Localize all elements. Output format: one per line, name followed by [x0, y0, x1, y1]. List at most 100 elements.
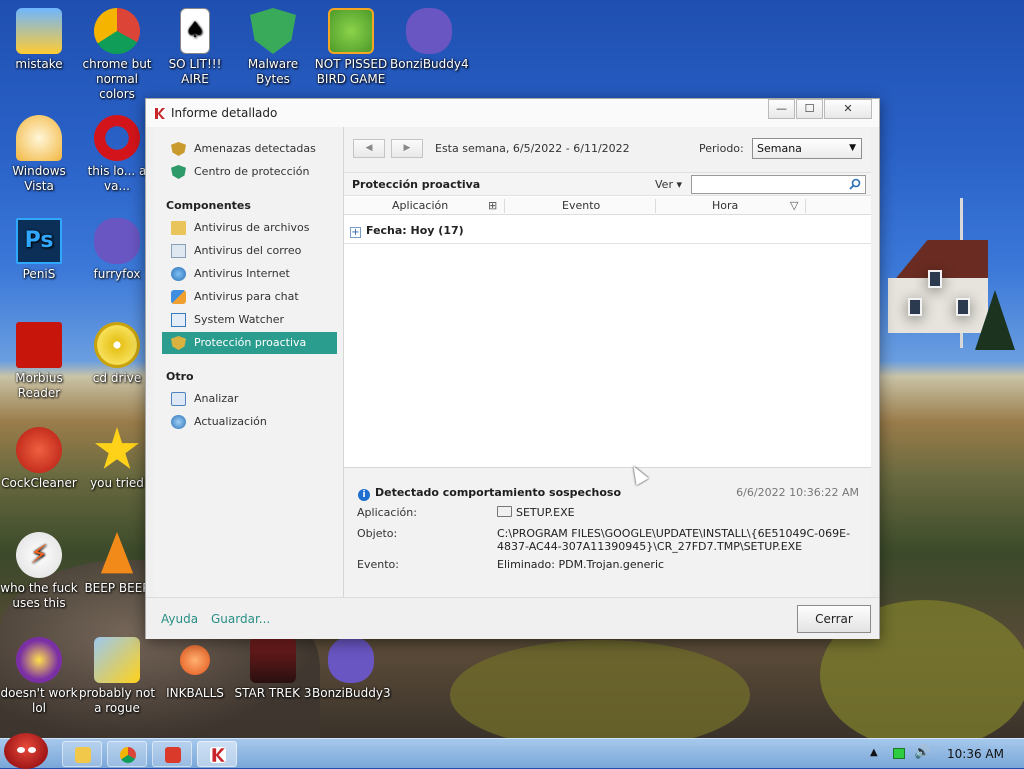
report-main-panel: ◀ ▶ Esta semana, 6/5/2022 - 6/11/2022 Pe… — [344, 127, 871, 597]
sidebar-item-update[interactable]: Actualización — [162, 411, 337, 433]
shield-green-icon — [171, 165, 186, 179]
desktop-icon[interactable]: doesn't work lol — [0, 637, 78, 716]
taskbar-explorer[interactable] — [62, 741, 102, 767]
details-timestamp: 6/6/2022 10:36:22 AM — [736, 486, 859, 499]
sidebar-item-protection-center[interactable]: Centro de protección — [162, 161, 337, 183]
period-select[interactable]: Semana ▼ — [752, 138, 862, 159]
close-window-button[interactable]: ✕ — [824, 99, 872, 119]
previous-period-button[interactable]: ◀ — [353, 139, 385, 158]
shield-orange-icon — [171, 142, 186, 156]
view-menu[interactable]: Ver ▾ — [655, 178, 682, 191]
green-pig-icon — [328, 8, 374, 54]
desktop-icon[interactable]: NOT PISSED BIRD GAME — [312, 8, 390, 87]
desktop-icon[interactable]: ♠ SO LIT!!! AIRE — [156, 8, 234, 87]
sidebar-item-chat-antivirus[interactable]: Antivirus para chat — [162, 286, 337, 308]
column-divider — [805, 199, 806, 213]
desktop-icon[interactable]: chrome but normal colors — [78, 8, 156, 102]
sidebar-item-threats[interactable]: Amenazas detectadas — [162, 138, 337, 160]
desktop-icon[interactable]: CockCleaner — [0, 427, 78, 491]
add-column-icon[interactable]: ⊞ — [488, 199, 497, 212]
desktop-icon[interactable]: Windows Vista — [0, 115, 78, 194]
column-divider — [655, 199, 656, 213]
window-title: Informe detallado — [171, 106, 278, 120]
column-application[interactable]: Aplicación — [392, 199, 448, 212]
help-link[interactable]: Ayuda — [161, 612, 198, 626]
sidebar-item-web-antivirus[interactable]: Antivirus Internet — [162, 263, 337, 285]
sidebar-item-file-antivirus[interactable]: Antivirus de archivos — [162, 217, 337, 239]
other-heading: Otro — [166, 370, 194, 383]
expand-icon[interactable]: + — [350, 227, 361, 238]
column-event[interactable]: Evento — [562, 199, 600, 212]
show-hidden-icons-button[interactable]: ▲ — [870, 747, 878, 758]
sort-indicator-icon: ▽ — [790, 199, 799, 212]
column-time[interactable]: Hora — [712, 199, 738, 212]
taskbar-clock[interactable]: 10:36 AM — [947, 747, 1004, 761]
search-icon[interactable] — [849, 178, 861, 190]
save-link[interactable]: Guardar... — [211, 612, 270, 626]
desktop-icon[interactable]: ⚡ who the fuck uses this — [0, 532, 78, 611]
card-game-icon: ♠ — [180, 8, 210, 54]
taskbar-downloader[interactable] — [152, 741, 192, 767]
taskbar-kaspersky[interactable] — [197, 741, 237, 767]
minimize-button[interactable]: — — [768, 99, 795, 119]
opera-icon — [94, 115, 140, 161]
date-range-label: Esta semana, 6/5/2022 - 6/11/2022 — [435, 142, 630, 155]
info-icon: i — [358, 489, 370, 501]
bonzibuddy-icon — [328, 637, 374, 683]
title-bar[interactable]: Informe detallado — ☐ ✕ — [146, 99, 879, 127]
sidebar-item-mail-antivirus[interactable]: Antivirus del correo — [162, 240, 337, 262]
sidebar-item-system-watcher[interactable]: System Watcher — [162, 309, 337, 331]
sidebar-item-proactive-defense[interactable]: Protección proactiva — [162, 332, 337, 354]
kaspersky-app-icon — [153, 107, 166, 120]
gold-star-icon — [94, 427, 140, 469]
lightning-icon: ⚡ — [16, 532, 62, 578]
yahoo-messenger-icon — [16, 637, 62, 683]
table-header: Aplicación ⊞ Evento Hora ▽ — [344, 197, 871, 215]
scan-icon — [171, 392, 186, 406]
next-period-button[interactable]: ▶ — [391, 139, 423, 158]
window-footer: Ayuda Guardar... Cerrar — [146, 597, 879, 639]
desktop-icon[interactable]: Malware Bytes — [234, 8, 312, 87]
period-label: Periodo: — [699, 142, 744, 155]
detail-label-application: Aplicación: — [357, 506, 417, 519]
kaspersky-icon — [210, 747, 226, 763]
desktop-icon[interactable]: Morbius Reader — [0, 322, 78, 401]
vlc-cone-icon — [100, 532, 134, 574]
desktop-icon[interactable]: BonziBuddy3 — [312, 637, 391, 701]
lighthouse-keepers-house — [878, 240, 988, 335]
desktop-icon[interactable]: Ps PeniS — [0, 218, 78, 282]
sidebar-item-scan[interactable]: Analizar — [162, 388, 337, 410]
desktop-icon[interactable]: probably not a rogue — [78, 637, 156, 716]
pdf-reader-icon — [16, 322, 62, 368]
maximize-button[interactable]: ☐ — [796, 99, 823, 119]
monitor-icon — [171, 313, 186, 327]
download-icon — [165, 747, 181, 763]
detail-value-event: Eliminado: PDM.Trojan.generic — [497, 558, 665, 571]
detailed-report-window: Informe detallado — ☐ ✕ Amenazas detecta… — [145, 98, 880, 639]
star-trek-icon — [250, 637, 296, 683]
bonzi-firefox-icon — [94, 218, 140, 264]
event-details-panel: i Detectado comportamiento sospechoso 6/6… — [344, 467, 871, 597]
network-icon[interactable] — [893, 748, 905, 759]
folder-icon — [497, 506, 512, 517]
desktop-icon[interactable]: mistake — [0, 8, 78, 72]
desktop-icon[interactable]: BonziBuddy4 — [390, 8, 469, 72]
close-button[interactable]: Cerrar — [797, 605, 871, 633]
ccleaner-icon — [16, 427, 62, 473]
taskbar-chrome[interactable] — [107, 741, 147, 767]
volume-icon[interactable]: 🔊 — [914, 745, 930, 760]
detail-label-event: Evento: — [357, 558, 399, 571]
column-divider — [504, 199, 505, 213]
group-row-today[interactable]: + Fecha: Hoy (17) — [350, 224, 464, 238]
report-sidebar: Amenazas detectadas Centro de protección… — [154, 127, 344, 597]
desktop-icon[interactable]: STAR TREK 3 — [234, 637, 312, 701]
start-button[interactable] — [4, 733, 48, 769]
detail-value-application: SETUP.EXE — [497, 506, 857, 519]
bonzibuddy-icon — [406, 8, 452, 54]
desktop-icon[interactable]: INKBALLS — [156, 637, 234, 701]
search-input[interactable] — [691, 175, 866, 194]
chrome-icon — [120, 747, 136, 763]
taskbar: ▲ 🔊 10:36 AM — [0, 733, 1024, 769]
settings-gears-icon — [94, 637, 140, 683]
chevron-down-icon: ▼ — [849, 143, 856, 153]
